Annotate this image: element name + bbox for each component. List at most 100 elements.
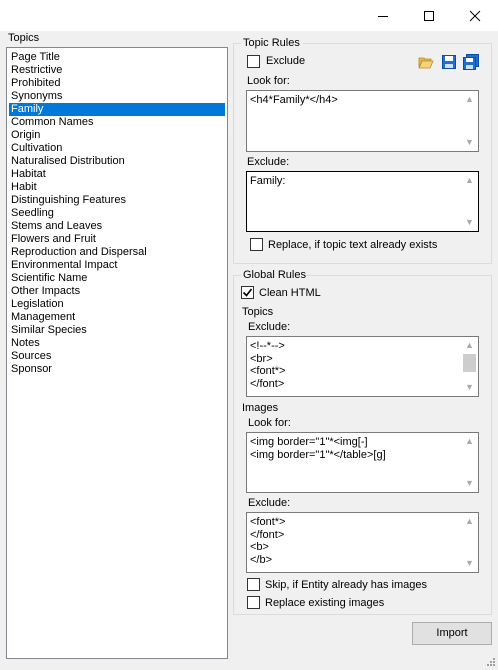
list-item[interactable]: Naturalised Distribution — [9, 155, 225, 168]
scroll-down-icon[interactable]: ▼ — [461, 379, 478, 396]
scroll-down-icon[interactable]: ▼ — [461, 555, 478, 572]
list-item[interactable]: Sources — [9, 350, 225, 363]
list-item[interactable]: Other Impacts — [9, 285, 225, 298]
images-exclude-label: Exclude: — [248, 497, 291, 509]
exclude-textarea[interactable]: Family: ▲ ▼ — [246, 171, 479, 232]
scroll-up-icon[interactable]: ▲ — [461, 337, 478, 354]
resize-grip-icon[interactable] — [484, 655, 496, 667]
scroll-down-icon[interactable]: ▼ — [461, 475, 478, 492]
images-exclude-scrollbar[interactable]: ▲ ▼ — [461, 513, 478, 572]
list-item[interactable]: Cultivation — [9, 142, 225, 155]
list-item[interactable]: Seedling — [9, 207, 225, 220]
close-button[interactable] — [452, 0, 498, 31]
images-look-for-label: Look for: — [248, 417, 291, 429]
exclude-checkbox[interactable] — [247, 55, 260, 68]
replace-label: Replace, if topic text already exists — [268, 239, 438, 251]
topics-label: Topics — [8, 32, 40, 44]
look-for-scrollbar[interactable]: ▲ ▼ — [461, 91, 478, 151]
list-item[interactable]: Reproduction and Dispersal — [9, 246, 225, 259]
list-item[interactable]: Flowers and Fruit — [9, 233, 225, 246]
list-item[interactable]: Notes — [9, 337, 225, 350]
replace-checkbox[interactable] — [250, 238, 263, 251]
minimize-icon — [378, 15, 388, 17]
scroll-up-icon[interactable]: ▲ — [461, 433, 478, 450]
images-exclude-textarea[interactable]: <font*> </font> <b> </b> ▲ ▼ — [246, 512, 479, 573]
list-item[interactable]: Legislation — [9, 298, 225, 311]
list-item[interactable]: Page Title — [9, 51, 225, 64]
save-all-icon[interactable] — [462, 54, 480, 70]
list-item[interactable]: Distinguishing Features — [9, 194, 225, 207]
replace-images-label: Replace existing images — [265, 597, 385, 609]
global-rules-frame-right — [491, 275, 492, 615]
save-icon[interactable] — [441, 54, 457, 70]
scroll-down-icon[interactable]: ▼ — [461, 134, 478, 151]
open-folder-icon[interactable] — [418, 54, 434, 70]
list-item[interactable]: Scientific Name — [9, 272, 225, 285]
list-item[interactable]: Sponsor — [9, 363, 225, 376]
topics-exclude-label: Exclude: — [248, 321, 291, 333]
clean-html-checkbox[interactable] — [241, 286, 254, 299]
list-item[interactable]: Stems and Leaves — [9, 220, 225, 233]
list-item[interactable]: Family — [9, 103, 225, 116]
list-item[interactable]: Environmental Impact — [9, 259, 225, 272]
text-line: <font*> — [250, 365, 286, 378]
replace-images-checkbox[interactable] — [247, 596, 260, 609]
topic-rules-frame-left — [233, 43, 234, 264]
topics-exclude-scrollbar[interactable]: ▲ ▼ — [461, 337, 478, 396]
topic-rules-frame-top-right — [303, 43, 492, 44]
scroll-down-icon[interactable]: ▼ — [461, 214, 478, 231]
import-button[interactable]: Import — [412, 622, 492, 645]
exclude-label: Exclude — [266, 55, 306, 67]
images-look-for-textarea[interactable]: <img border="1"*<img[-] <img border="1"*<… — [246, 432, 479, 493]
skip-images-label: Skip, if Entity already has images — [265, 579, 428, 591]
text-line: </font> — [250, 528, 285, 541]
look-for-text: <h4*Family*</h4> — [250, 94, 338, 106]
list-item[interactable]: Restrictive — [9, 64, 225, 77]
topics-exclude-textarea[interactable]: <!--*--> <br> <font*> </font> ▲ ▼ — [246, 336, 479, 397]
topics-list[interactable]: Page Title Restrictive Prohibited Synonyms F… — [6, 47, 228, 659]
look-for-label: Look for: — [247, 75, 290, 87]
topic-rules-title: Topic Rules — [243, 37, 300, 49]
minimize-button[interactable] — [360, 0, 406, 31]
list-item[interactable]: Similar Species — [9, 324, 225, 337]
list-item[interactable]: Origin — [9, 129, 225, 142]
topics-exclude-text: <!--*--> <br> <font*> </font> — [250, 340, 285, 390]
list-item[interactable]: Management — [9, 311, 225, 324]
images-look-for-text: <img border="1"*<img[-] <img border="1"*<… — [250, 436, 386, 461]
skip-images-checkbox[interactable] — [247, 578, 260, 591]
global-rules-frame-top-right — [305, 275, 492, 276]
topic-rules-frame-top-left — [233, 43, 241, 44]
global-rules-title: Global Rules — [243, 269, 306, 281]
text-line: <b> — [250, 541, 269, 554]
exclude-scrollbar[interactable]: ▲ ▼ — [461, 172, 478, 231]
topic-rules-frame-bottom — [233, 263, 492, 264]
scroll-up-icon[interactable]: ▲ — [461, 172, 478, 189]
exclude-field-label: Exclude: — [247, 156, 290, 168]
images-label: Images — [242, 402, 279, 414]
text-line: </b> — [250, 553, 273, 566]
images-exclude-text: <font*> </font> <b> </b> — [250, 516, 285, 566]
list-item[interactable]: Prohibited — [9, 77, 225, 90]
text-line: <br> — [250, 352, 273, 365]
list-item[interactable]: Common Names — [9, 116, 225, 129]
close-icon — [469, 10, 481, 21]
look-for-textarea[interactable]: <h4*Family*</h4> ▲ ▼ — [246, 90, 479, 152]
text-line: <!--*--> — [250, 340, 285, 352]
text-line: <font*> — [250, 516, 286, 528]
scroll-thumb[interactable] — [463, 354, 476, 372]
clean-html-label: Clean HTML — [259, 287, 321, 299]
global-rules-frame-bottom — [233, 614, 492, 615]
images-look-for-scrollbar[interactable]: ▲ ▼ — [461, 433, 478, 492]
maximize-button[interactable] — [406, 0, 452, 31]
list-item[interactable]: Habitat — [9, 168, 225, 181]
list-item[interactable]: Habit — [9, 181, 225, 194]
text-line: <img border="1"*<img[-] — [250, 436, 368, 448]
global-rules-frame-left — [233, 275, 234, 615]
scroll-up-icon[interactable]: ▲ — [461, 513, 478, 530]
checkmark-icon — [242, 288, 253, 297]
scroll-up-icon[interactable]: ▲ — [461, 91, 478, 108]
global-rules-frame-top-left — [233, 275, 241, 276]
text-line: </font> — [250, 377, 285, 390]
exclude-text: Family: — [250, 175, 286, 187]
list-item[interactable]: Synonyms — [9, 90, 225, 103]
